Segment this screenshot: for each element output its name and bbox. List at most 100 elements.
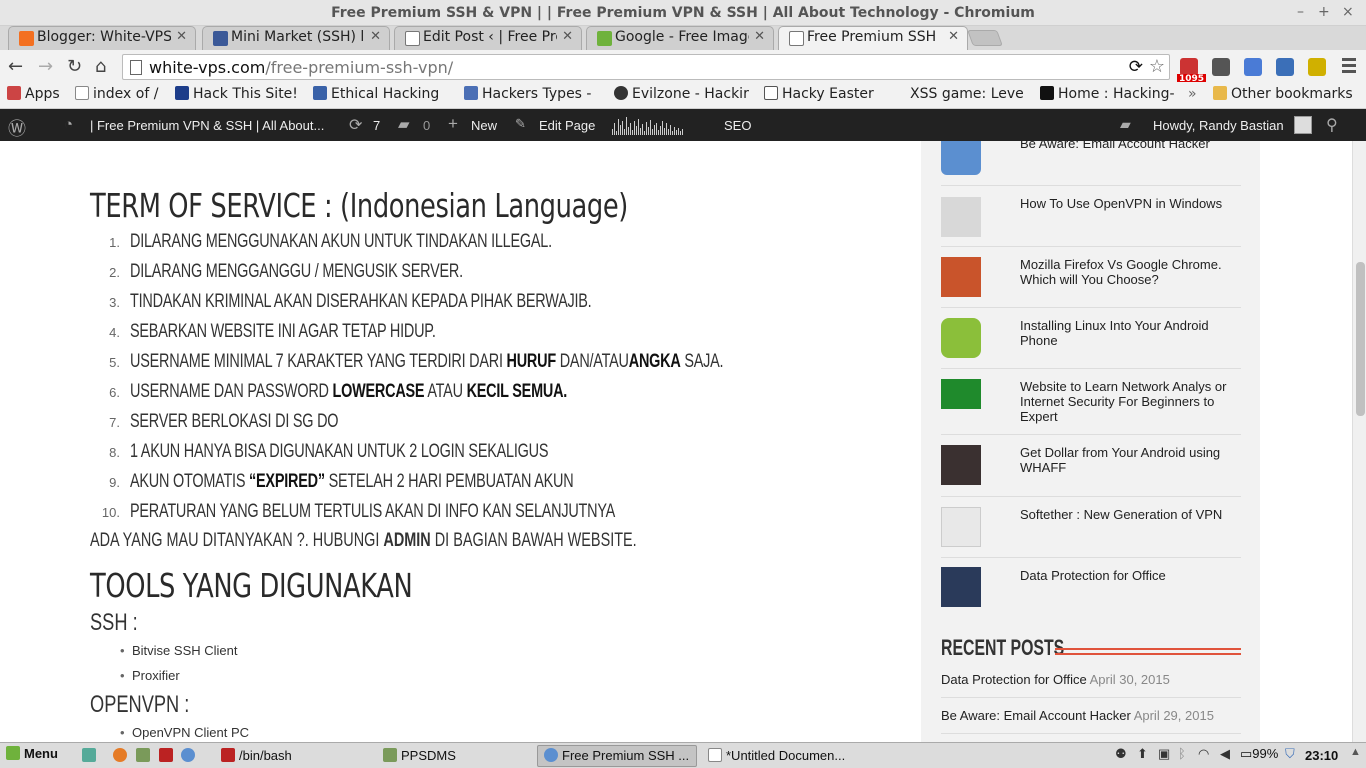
volume-icon[interactable]: ◀ bbox=[1220, 746, 1230, 767]
wifi-icon[interactable]: ◠ bbox=[1198, 746, 1209, 767]
shield-icon[interactable]: ⛉ bbox=[1285, 746, 1295, 767]
tab-free-premium-ssh[interactable]: Free Premium SSH ✕ bbox=[778, 26, 968, 50]
sidebar-post[interactable]: Mozilla Firefox Vs Google Chrome. Which … bbox=[941, 247, 1241, 308]
page-scrollbar[interactable] bbox=[1352, 141, 1366, 742]
sidebar-post[interactable]: Website to Learn Network Analys or Inter… bbox=[941, 369, 1241, 435]
tab-close-icon[interactable]: ✕ bbox=[754, 29, 765, 44]
page-info-icon[interactable] bbox=[130, 60, 142, 75]
clipboard-icon[interactable]: ▣ bbox=[1158, 746, 1170, 767]
new-tab-button[interactable] bbox=[967, 30, 1003, 46]
taskbar-window[interactable]: /bin/bash bbox=[214, 745, 364, 767]
firefox-icon[interactable] bbox=[113, 748, 127, 762]
edit-page-link[interactable]: Edit Page bbox=[539, 118, 595, 133]
tab-label: Google - Free Image bbox=[615, 29, 749, 45]
tab-close-icon[interactable]: ✕ bbox=[176, 29, 187, 44]
bluetooth-icon[interactable]: ᛒ bbox=[1178, 746, 1186, 767]
translate-extension-icon[interactable] bbox=[1308, 58, 1326, 76]
tools-heading: TOOLS YANG DIGUNAKAN bbox=[90, 566, 413, 605]
user-icon[interactable]: ⚉ bbox=[1115, 746, 1127, 767]
battery-indicator[interactable]: ▭99% bbox=[1240, 746, 1278, 767]
scrollbar-thumb[interactable] bbox=[1356, 262, 1365, 416]
tab-blogger[interactable]: Blogger: White-VPS ✕ bbox=[8, 26, 196, 50]
comments-icon[interactable]: ▰ bbox=[398, 115, 410, 133]
app-icon[interactable] bbox=[159, 748, 173, 762]
start-menu-button[interactable]: Menu bbox=[6, 746, 58, 767]
notifications-icon[interactable]: ▲ bbox=[1350, 746, 1361, 767]
tab-google-images[interactable]: Google - Free Image ✕ bbox=[586, 26, 774, 50]
dashboard-icon[interactable]: ◔ bbox=[64, 116, 73, 133]
wordpress-logo-icon[interactable]: Ⓦ bbox=[8, 115, 26, 141]
taskbar-window[interactable]: Free Premium SSH ... bbox=[537, 745, 697, 767]
close-window-button[interactable]: × bbox=[1342, 4, 1354, 20]
screenshot-extension-icon[interactable] bbox=[1244, 58, 1262, 76]
updates-count[interactable]: 7 bbox=[373, 118, 380, 133]
tab-edit-post[interactable]: Edit Post ‹ | Free Pre ✕ bbox=[394, 26, 582, 50]
chrome-menu-icon[interactable] bbox=[1342, 58, 1356, 76]
sidebar-post[interactable]: How To Use OpenVPN in Windows bbox=[941, 186, 1241, 247]
sidebar-post[interactable]: Get Dollar from Your Android using WHAFF bbox=[941, 435, 1241, 497]
tab-label: Free Premium SSH bbox=[807, 29, 937, 45]
post-thumbnail[interactable] bbox=[941, 567, 981, 607]
bookmarks-overflow-button[interactable]: » bbox=[1188, 86, 1197, 102]
show-desktop-icon[interactable] bbox=[82, 748, 96, 762]
updates-icon[interactable]: ⟳ bbox=[349, 115, 362, 135]
update-icon[interactable]: ⬆ bbox=[1137, 746, 1148, 767]
taskbar-window[interactable]: *Untitled Documen... bbox=[701, 745, 861, 767]
email-thumbnail[interactable] bbox=[941, 141, 981, 175]
bookmark-star-icon[interactable]: ☆ bbox=[1149, 56, 1165, 77]
tab-close-icon[interactable]: ✕ bbox=[562, 29, 573, 44]
tab-close-icon[interactable]: ✕ bbox=[948, 29, 959, 44]
post-thumbnail[interactable] bbox=[941, 197, 981, 237]
shield-extension-icon[interactable] bbox=[1212, 58, 1230, 76]
admin-site-title[interactable]: | Free Premium VPN & SSH | All About... bbox=[90, 118, 324, 133]
new-content-link[interactable]: New bbox=[471, 118, 497, 133]
bookmark-hack-this-site[interactable]: Hack This Site! bbox=[175, 86, 298, 102]
bookmark-evilzone[interactable]: Evilzone - Hackir bbox=[614, 86, 749, 102]
post-thumbnail[interactable] bbox=[941, 507, 981, 547]
extension-sync-icon[interactable]: ⟳ bbox=[1129, 57, 1143, 77]
android-thumbnail[interactable] bbox=[941, 318, 981, 358]
bookmark-index[interactable]: index of / bbox=[75, 86, 158, 102]
pencil-icon[interactable]: ✎ bbox=[515, 116, 526, 132]
comments-count[interactable]: 0 bbox=[423, 118, 430, 133]
upload-extension-icon[interactable] bbox=[1276, 58, 1294, 76]
search-icon[interactable]: ⚲ bbox=[1326, 115, 1338, 135]
seo-link[interactable]: SEO bbox=[724, 118, 751, 133]
minimize-button[interactable]: – bbox=[1297, 4, 1304, 20]
other-bookmarks[interactable]: Other bookmarks bbox=[1213, 86, 1353, 102]
tab-close-icon[interactable]: ✕ bbox=[370, 29, 381, 44]
post-thumbnail[interactable] bbox=[941, 257, 981, 297]
tab-label: Blogger: White-VPS bbox=[37, 29, 171, 45]
address-bar[interactable]: white-vps.com/free-premium-ssh-vpn/ ⟳ ☆ bbox=[122, 54, 1170, 80]
bookmark-apps[interactable]: Apps bbox=[7, 86, 60, 102]
bookmark-ethical-hacking[interactable]: Ethical Hacking bbox=[313, 86, 439, 102]
bookmark-hackers-types[interactable]: Hackers Types - bbox=[464, 86, 591, 102]
notification-icon[interactable]: ▰ bbox=[1120, 116, 1131, 133]
avatar[interactable] bbox=[1294, 116, 1312, 134]
howdy-user[interactable]: Howdy, Randy Bastian bbox=[1153, 118, 1284, 133]
post-thumbnail[interactable] bbox=[941, 379, 981, 409]
tab-facebook[interactable]: Mini Market (SSH) li ✕ bbox=[202, 26, 390, 50]
bookmark-xss-game[interactable]: XSS game: Leve bbox=[910, 86, 1024, 102]
seo-waveform-icon[interactable] bbox=[612, 117, 684, 135]
recent-post[interactable]: Be Aware: Email Account Hacker April 29,… bbox=[941, 708, 1241, 734]
back-icon[interactable]: ← bbox=[8, 56, 23, 77]
recent-post[interactable]: Data Protection for Office April 30, 201… bbox=[941, 672, 1241, 698]
clock[interactable]: 23:10 bbox=[1305, 748, 1338, 763]
chromium-icon[interactable] bbox=[181, 748, 195, 762]
reload-icon[interactable]: ↻ bbox=[67, 56, 82, 77]
bookmark-home-hacking[interactable]: Home : Hacking- bbox=[1040, 86, 1175, 102]
sidebar-post[interactable]: Softether : New Generation of VPN bbox=[941, 497, 1241, 558]
bookmark-hacky-easter[interactable]: Hacky Easter bbox=[764, 86, 874, 102]
url-text[interactable]: white-vps.com/free-premium-ssh-vpn/ bbox=[149, 58, 453, 77]
sidebar-post[interactable]: Be Aware: Email Account Hacker bbox=[941, 141, 1241, 186]
forward-icon[interactable]: → bbox=[38, 56, 53, 77]
maximize-button[interactable]: + bbox=[1318, 4, 1330, 20]
files-icon[interactable] bbox=[136, 748, 150, 762]
sidebar-post[interactable]: Data Protection for Office bbox=[941, 558, 1241, 618]
plus-icon[interactable]: + bbox=[448, 114, 458, 134]
post-thumbnail[interactable] bbox=[941, 445, 981, 485]
taskbar-window[interactable]: PPSDMS bbox=[376, 745, 526, 767]
sidebar-post[interactable]: Installing Linux Into Your Android Phone bbox=[941, 308, 1241, 369]
home-icon[interactable]: ⌂ bbox=[95, 56, 106, 77]
